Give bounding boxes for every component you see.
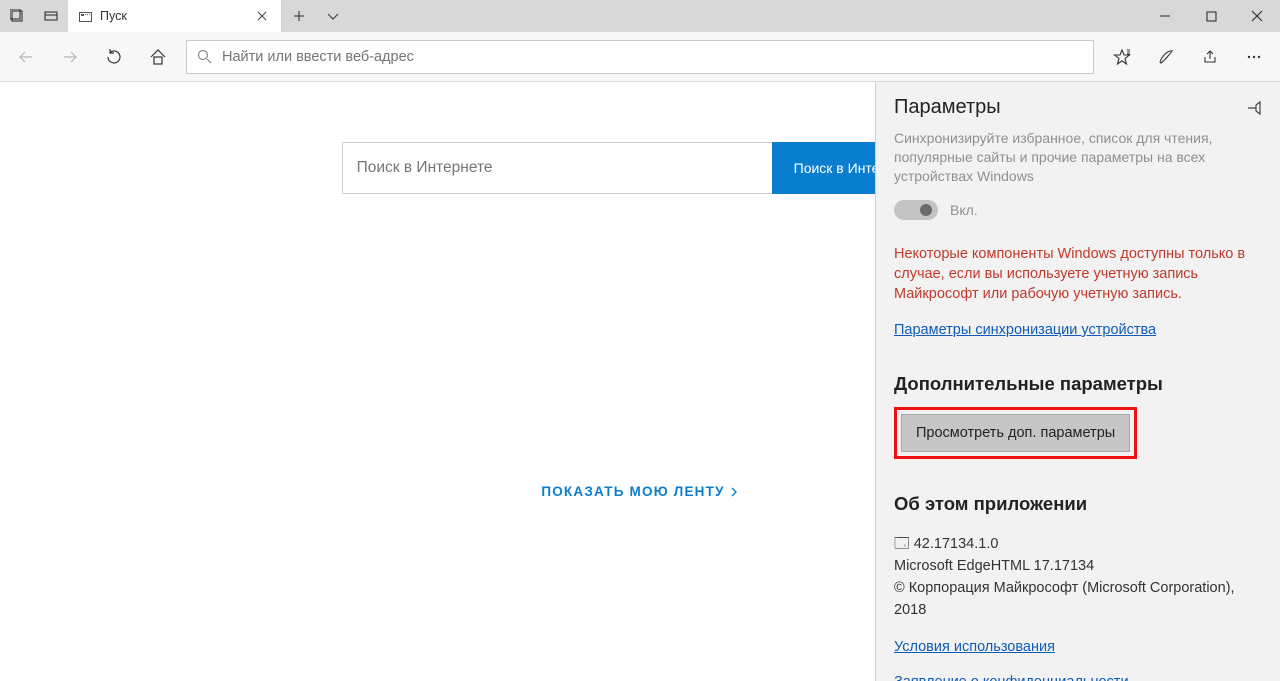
web-search-row: Поиск в Интернете bbox=[342, 142, 939, 194]
tab-actions-button[interactable] bbox=[316, 0, 350, 32]
about-version: 🗔 42.17134.1.0 bbox=[894, 533, 1262, 555]
refresh-icon bbox=[105, 48, 123, 66]
about-block: 🗔 42.17134.1.0 Microsoft EdgeHTML 17.171… bbox=[894, 533, 1262, 621]
home-button[interactable] bbox=[136, 35, 180, 79]
more-icon bbox=[1245, 48, 1263, 66]
arrow-right-icon bbox=[61, 48, 79, 66]
share-button[interactable] bbox=[1188, 35, 1232, 79]
minimize-icon bbox=[1159, 10, 1171, 22]
star-icon bbox=[1113, 48, 1131, 66]
close-icon bbox=[1251, 10, 1263, 22]
minimize-button[interactable] bbox=[1142, 0, 1188, 32]
favorites-button[interactable] bbox=[1100, 35, 1144, 79]
refresh-button[interactable] bbox=[92, 35, 136, 79]
pin-pane-button[interactable] bbox=[1246, 100, 1262, 116]
tab-title: Пуск bbox=[100, 9, 245, 23]
toolbar-right bbox=[1100, 35, 1276, 79]
show-tabs-button[interactable] bbox=[34, 0, 68, 32]
sync-toggle-label: Вкл. bbox=[950, 202, 978, 218]
tab-favicon bbox=[78, 9, 92, 23]
new-tab-button[interactable] bbox=[282, 0, 316, 32]
show-tabs-icon bbox=[44, 9, 58, 23]
forward-button[interactable] bbox=[48, 35, 92, 79]
home-icon bbox=[149, 48, 167, 66]
tabs-aside-button[interactable] bbox=[0, 0, 34, 32]
sync-toggle-row: Вкл. bbox=[894, 200, 1262, 220]
maximize-button[interactable] bbox=[1188, 0, 1234, 32]
chevron-right-icon bbox=[729, 487, 739, 497]
settings-pane-header: Параметры bbox=[876, 82, 1280, 127]
settings-title: Параметры bbox=[894, 96, 1001, 119]
chevron-down-icon bbox=[326, 9, 340, 23]
maximize-icon bbox=[1206, 11, 1217, 22]
feed-row: ПОКАЗАТЬ МОЮ ЛЕНТУ bbox=[541, 484, 738, 499]
toggle-knob bbox=[920, 204, 932, 216]
about-copyright: © Корпорация Майкрософт (Microsoft Corpo… bbox=[894, 577, 1262, 621]
back-button[interactable] bbox=[4, 35, 48, 79]
account-warning: Некоторые компоненты Windows доступны то… bbox=[894, 244, 1262, 304]
page-body: Поиск в Интернете ПОКАЗАТЬ МОЮ ЛЕНТУ Пар… bbox=[0, 82, 1280, 681]
arrow-left-icon bbox=[17, 48, 35, 66]
privacy-link[interactable]: Заявление о конфиденциальности bbox=[894, 674, 1129, 681]
settings-pane-body: Синхронизируйте избранное, список для чт… bbox=[876, 127, 1280, 681]
show-feed-link[interactable]: ПОКАЗАТЬ МОЮ ЛЕНТУ bbox=[541, 484, 738, 499]
toolbar bbox=[0, 32, 1280, 82]
titlebar-spacer bbox=[350, 0, 1142, 32]
settings-pane: Параметры Синхронизируйте избранное, спи… bbox=[875, 82, 1280, 681]
sync-toggle[interactable] bbox=[894, 200, 938, 220]
about-header: Об этом приложении bbox=[894, 493, 1262, 515]
terms-link[interactable]: Условия использования bbox=[894, 639, 1055, 655]
share-icon bbox=[1201, 48, 1219, 66]
titlebar: Пуск bbox=[0, 0, 1280, 32]
notes-button[interactable] bbox=[1144, 35, 1188, 79]
search-icon bbox=[197, 49, 212, 64]
sync-settings-link[interactable]: Параметры синхронизации устройства bbox=[894, 322, 1156, 338]
window-controls bbox=[1142, 0, 1280, 32]
view-advanced-settings-button[interactable]: Просмотреть доп. параметры bbox=[901, 414, 1130, 452]
browser-tab[interactable]: Пуск bbox=[68, 0, 282, 32]
sync-description: Синхронизируйте избранное, список для чт… bbox=[894, 129, 1262, 186]
show-feed-label: ПОКАЗАТЬ МОЮ ЛЕНТУ bbox=[541, 484, 724, 499]
more-button[interactable] bbox=[1232, 35, 1276, 79]
pin-icon bbox=[1246, 100, 1262, 116]
close-window-button[interactable] bbox=[1234, 0, 1280, 32]
advanced-settings-header: Дополнительные параметры bbox=[894, 373, 1262, 395]
address-bar[interactable] bbox=[186, 40, 1094, 74]
pen-icon bbox=[1157, 48, 1175, 66]
about-engine: Microsoft EdgeHTML 17.17134 bbox=[894, 555, 1262, 577]
plus-icon bbox=[292, 9, 306, 23]
close-icon bbox=[257, 11, 267, 21]
titlebar-left: Пуск bbox=[0, 0, 350, 32]
highlight-box: Просмотреть доп. параметры bbox=[894, 407, 1137, 459]
web-search-input[interactable] bbox=[342, 142, 772, 194]
address-input[interactable] bbox=[222, 49, 1083, 65]
tabs-aside-icon bbox=[10, 9, 24, 23]
tab-close-button[interactable] bbox=[253, 7, 271, 25]
